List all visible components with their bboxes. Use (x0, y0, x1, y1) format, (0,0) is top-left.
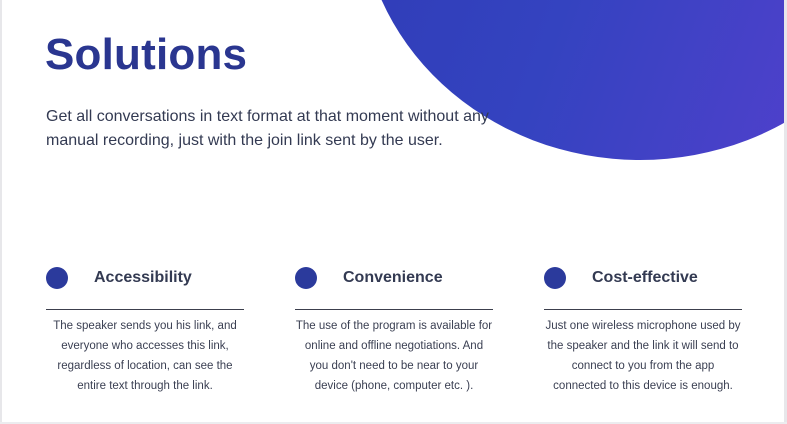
feature-accessibility: Accessibility The speaker sends you his … (46, 266, 246, 396)
page-title: Solutions (45, 30, 248, 79)
feature-description: Just one wireless microphone used by the… (545, 320, 741, 392)
divider (544, 309, 742, 310)
feature-title: Accessibility (94, 269, 192, 286)
feature-header: Convenience (295, 266, 495, 290)
feature-description: The use of the program is available for … (295, 320, 493, 392)
divider (46, 309, 244, 310)
feature-header: Accessibility (46, 266, 246, 290)
feature-header: Cost-effective (544, 266, 744, 290)
bullet-dot-icon (295, 267, 317, 289)
feature-description: The speaker sends you his link, and ever… (53, 320, 237, 392)
feature-title: Cost-effective (592, 269, 698, 286)
divider (295, 309, 493, 310)
bullet-dot-icon (544, 267, 566, 289)
bullet-dot-icon (46, 267, 68, 289)
feature-cost-effective: Cost-effective Just one wireless microph… (544, 266, 744, 396)
feature-convenience: Convenience The use of the program is av… (295, 266, 495, 396)
page-subtitle: Get all conversations in text format at … (46, 108, 489, 149)
feature-title: Convenience (343, 269, 443, 286)
slide: Solutions Get all conversations in text … (0, 0, 787, 424)
frame-border-left (0, 0, 2, 424)
